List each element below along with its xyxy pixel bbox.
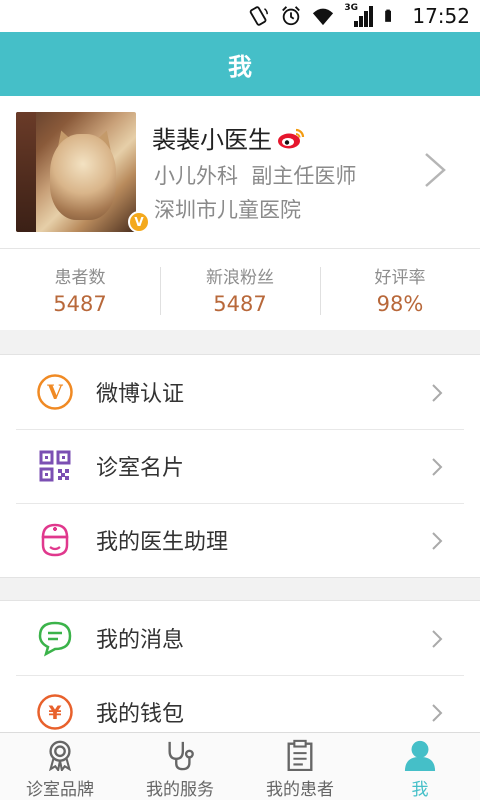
chevron-right-icon xyxy=(432,630,443,648)
chevron-right-icon xyxy=(432,384,443,402)
chevron-right-icon xyxy=(432,458,443,476)
nurse-icon xyxy=(41,523,69,557)
verified-badge: V xyxy=(128,211,150,233)
tab-my-patients[interactable]: 我的患者 xyxy=(240,733,360,800)
profile-name-row: 裴裴小医生 xyxy=(152,120,306,155)
weibo-icon xyxy=(278,128,305,148)
stat-label: 好评率 xyxy=(374,268,426,288)
wifi-icon xyxy=(313,8,334,26)
profile-title-row: 小儿外科 副主任医师 xyxy=(154,160,356,190)
message-icon xyxy=(38,621,72,657)
person-icon xyxy=(404,740,436,771)
bottom-tab-bar: 诊室品牌 我的服务 我的患者 我 xyxy=(0,732,480,800)
clock: 17:52 xyxy=(412,4,470,28)
battery-icon xyxy=(385,9,392,22)
menu-item-label: 诊室名片 xyxy=(96,456,185,481)
stat-patients[interactable]: 患者数 5487 xyxy=(0,249,160,330)
page-title: 我 xyxy=(228,52,252,81)
tab-me[interactable]: 我 xyxy=(360,733,480,800)
menu-item-weibo-verify[interactable]: V 微博认证 xyxy=(0,355,480,429)
stethoscope-icon xyxy=(168,741,194,771)
stat-rating[interactable]: 好评率 98% xyxy=(320,249,480,330)
wallet-icon: ¥ xyxy=(37,694,73,730)
menu-item-label: 我的钱包 xyxy=(96,702,185,727)
alarm-icon xyxy=(282,6,301,26)
avatar[interactable] xyxy=(16,112,136,232)
chevron-right-icon[interactable] xyxy=(422,150,448,190)
chevron-right-icon xyxy=(432,704,443,722)
tab-label: 我 xyxy=(411,780,429,800)
menu-group-profile: V 微博认证 诊室名片 我的医生助理 xyxy=(0,354,480,578)
stat-weibo-fans[interactable]: 新浪粉丝 5487 xyxy=(160,249,320,330)
status-bar: 3G 17:52 xyxy=(0,0,480,32)
menu-item-label: 微博认证 xyxy=(96,382,185,407)
stat-label: 新浪粉丝 xyxy=(206,268,274,288)
network-type: 3G xyxy=(344,3,359,13)
tab-clinic-brand[interactable]: 诊室品牌 xyxy=(0,733,120,800)
qr-code-icon xyxy=(39,450,71,482)
stat-value: 98% xyxy=(376,292,424,316)
cell-signal-icon: 3G xyxy=(344,3,374,27)
menu-group-account: 我的消息 ¥ 我的钱包 xyxy=(0,600,480,740)
award-icon xyxy=(49,740,71,771)
menu-item-doctor-assistant[interactable]: 我的医生助理 xyxy=(0,503,480,577)
cat-photo xyxy=(50,134,116,220)
stats-bar: 患者数 5487 新浪粉丝 5487 好评率 98% xyxy=(0,248,480,330)
stat-label: 患者数 xyxy=(54,268,106,288)
menu-item-messages[interactable]: 我的消息 xyxy=(0,601,480,675)
tab-my-services[interactable]: 我的服务 xyxy=(120,733,240,800)
menu-item-label: 我的医生助理 xyxy=(96,530,229,555)
profile-hospital: 深圳市儿童医院 xyxy=(154,198,301,222)
profile-position: 副主任医师 xyxy=(251,164,357,188)
profile-name: 裴裴小医生 xyxy=(152,126,272,154)
title-bar: 我 xyxy=(0,32,480,96)
avatar-frame xyxy=(16,112,36,232)
stat-value: 5487 xyxy=(213,292,267,316)
tab-label: 我的患者 xyxy=(266,780,334,800)
svg-text:V: V xyxy=(46,380,63,404)
profile-department: 小儿外科 xyxy=(154,164,238,188)
rotate-lock-icon xyxy=(250,6,269,26)
menu-item-clinic-card[interactable]: 诊室名片 xyxy=(0,429,480,503)
tab-label: 我的服务 xyxy=(146,780,214,800)
weibo-verify-icon: V xyxy=(37,374,73,410)
menu-item-label: 我的消息 xyxy=(96,628,185,653)
stat-value: 5487 xyxy=(53,292,107,316)
clipboard-icon xyxy=(287,739,313,771)
chevron-right-icon xyxy=(432,532,443,550)
svg-text:¥: ¥ xyxy=(48,702,61,724)
tab-label: 诊室品牌 xyxy=(26,780,94,800)
